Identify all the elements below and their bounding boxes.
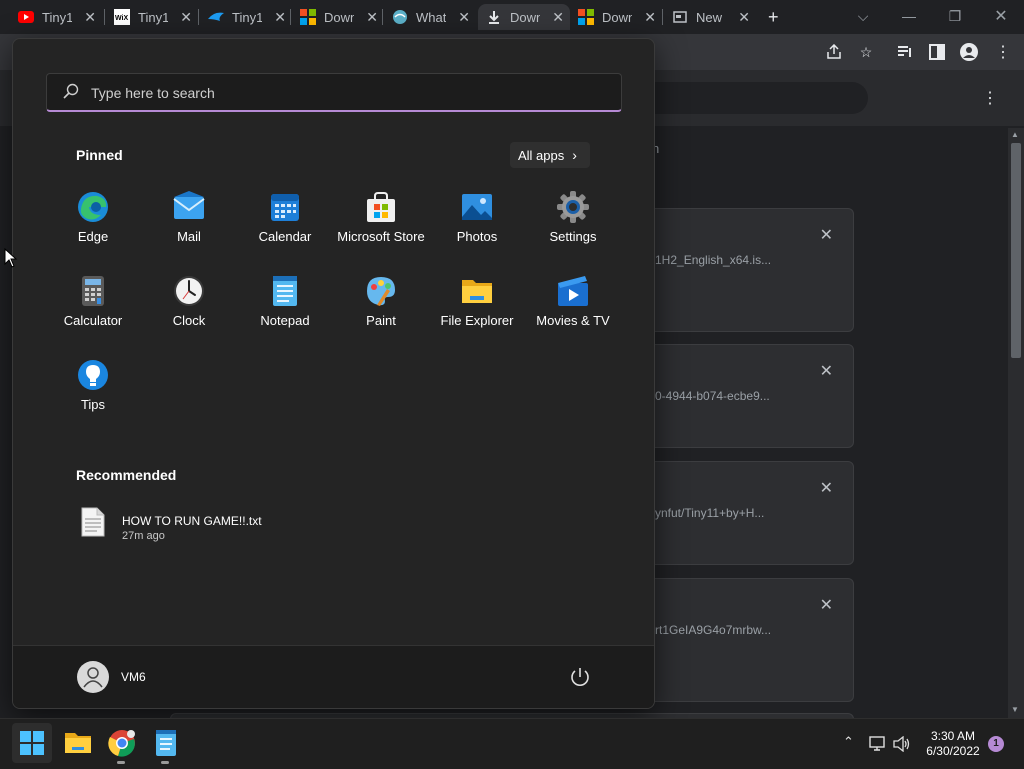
browser-tab-4[interactable]: Down ✕: [292, 4, 384, 30]
recommended-item[interactable]: HOW TO RUN GAME!!.txt 27m ago: [77, 507, 337, 547]
minimize-icon[interactable]: —: [886, 0, 932, 32]
start-menu: Pinned All apps › Edge Mail Calendar Mic…: [12, 38, 655, 709]
user-name[interactable]: VM6: [121, 670, 146, 684]
volume-icon[interactable]: [893, 736, 911, 752]
pinned-app-calculator[interactable]: Calculator: [45, 275, 141, 355]
folder-icon: [462, 280, 492, 303]
start-menu-footer: VM6: [13, 645, 654, 708]
start-button[interactable]: [12, 723, 52, 763]
remove-download-icon[interactable]: ✕: [820, 478, 833, 498]
pinned-app-mail[interactable]: Mail: [141, 191, 237, 271]
side-panel-icon[interactable]: [928, 43, 946, 61]
chrome-menu-icon[interactable]: ⋮: [994, 43, 1012, 61]
tab-close-icon[interactable]: ✕: [644, 9, 656, 26]
pinned-heading: Pinned: [76, 147, 123, 163]
search-icon: [63, 83, 79, 99]
browser-tab-7[interactable]: Down ✕: [570, 4, 662, 30]
remove-download-icon[interactable]: ✕: [820, 361, 833, 381]
microsoft-icon: [578, 9, 594, 25]
newtab-icon: [672, 9, 688, 25]
pinned-app-edge[interactable]: Edge: [45, 191, 141, 271]
taskbar: ⌃ 3:30 AM 6/30/2022 1: [0, 718, 1024, 769]
user-avatar[interactable]: [77, 661, 109, 693]
tab-close-icon[interactable]: ✕: [180, 9, 192, 26]
tab-close-icon[interactable]: ✕: [366, 9, 378, 26]
recommended-heading: Recommended: [76, 467, 177, 483]
remove-download-icon[interactable]: ✕: [820, 595, 833, 615]
settings-icon: [557, 191, 589, 223]
pinned-app-settings[interactable]: Settings: [525, 191, 621, 271]
calendar-icon: [271, 194, 299, 221]
chevron-right-icon: ›: [572, 147, 577, 163]
taskbar-notepad-icon[interactable]: [152, 729, 180, 757]
pinned-app-photos[interactable]: Photos: [429, 191, 525, 271]
svg-text:WiX: WiX: [115, 15, 128, 22]
tab-close-icon[interactable]: ✕: [738, 9, 750, 26]
pinned-app-calendar[interactable]: Calendar: [237, 191, 333, 271]
page-scrollbar-thumb[interactable]: [1011, 143, 1021, 358]
power-icon[interactable]: [569, 666, 591, 688]
bird-icon: [208, 9, 224, 25]
microsoft-icon: [300, 9, 316, 25]
mail-icon: [173, 191, 205, 219]
mouse-cursor-icon: [4, 248, 18, 268]
taskbar-file-explorer-icon[interactable]: [64, 729, 92, 757]
pinned-app-movies-tv[interactable]: Movies & TV: [525, 275, 621, 355]
paint-icon: [367, 277, 395, 306]
all-apps-button[interactable]: All apps ›: [510, 142, 590, 168]
remove-download-icon[interactable]: ✕: [820, 225, 833, 245]
media-control-icon[interactable]: [896, 43, 914, 61]
clock-icon: [174, 276, 204, 306]
windows-logo-icon: [20, 731, 44, 755]
tab-close-icon[interactable]: ✕: [458, 9, 470, 26]
notification-badge[interactable]: 1: [988, 736, 1004, 752]
bookmark-star-icon[interactable]: ☆: [857, 43, 875, 61]
scroll-up-arrow-icon[interactable]: ▲: [1011, 130, 1019, 139]
close-window-icon[interactable]: ✕: [978, 0, 1024, 32]
pinned-app-file-explorer[interactable]: File Explorer: [429, 275, 525, 355]
pinned-app-microsoft-store[interactable]: Microsoft Store: [333, 191, 429, 271]
store-icon: [367, 192, 395, 222]
movies-icon: [558, 276, 588, 306]
download-icon: [486, 9, 502, 25]
browser-tab-8[interactable]: New ✕: [664, 4, 756, 30]
share-icon[interactable]: [825, 43, 843, 61]
downloads-menu-icon[interactable]: ⋮: [982, 88, 998, 108]
user-icon: [83, 667, 103, 688]
browser-tab-3[interactable]: Tiny1 ✕: [200, 4, 292, 30]
browser-tab-2[interactable]: WiX Tiny1 ✕: [106, 4, 198, 30]
start-search-box[interactable]: [46, 73, 622, 112]
pinned-app-tips[interactable]: Tips: [45, 359, 141, 439]
network-icon[interactable]: [869, 736, 887, 752]
wix-icon: WiX: [114, 9, 130, 25]
youtube-icon: [18, 9, 34, 25]
notepad-icon: [273, 276, 297, 306]
tab-close-icon[interactable]: ✕: [84, 9, 96, 26]
browser-tab-6-active[interactable]: Down ✕: [478, 4, 570, 30]
restore-icon[interactable]: ❐: [932, 0, 978, 32]
tips-icon: [78, 360, 108, 390]
globe-icon: [392, 9, 408, 25]
tab-search-icon[interactable]: ⌵: [840, 0, 886, 32]
photos-icon: [462, 194, 492, 220]
show-hidden-icons-chevron-icon[interactable]: ⌃: [843, 734, 854, 750]
pinned-app-notepad[interactable]: Notepad: [237, 275, 333, 355]
pinned-app-clock[interactable]: Clock: [141, 275, 237, 355]
taskbar-chrome-icon[interactable]: [108, 729, 136, 757]
text-file-icon: [81, 507, 105, 537]
edge-icon: [78, 192, 108, 222]
tab-close-icon[interactable]: ✕: [552, 9, 564, 26]
pinned-app-paint[interactable]: Paint: [333, 275, 429, 355]
profile-icon[interactable]: [960, 43, 978, 61]
browser-tab-1[interactable]: Tiny1 ✕: [10, 4, 102, 30]
scroll-down-arrow-icon[interactable]: ▼: [1011, 705, 1019, 714]
calculator-icon: [82, 276, 104, 306]
taskbar-clock[interactable]: 3:30 AM 6/30/2022: [918, 729, 988, 759]
start-search-input[interactable]: [89, 82, 593, 104]
tab-close-icon[interactable]: ✕: [274, 9, 286, 26]
browser-tab-5[interactable]: What ✕: [384, 4, 476, 30]
browser-tab-strip: Tiny1 ✕ WiX Tiny1 ✕ Tiny1 ✕ Down ✕ What …: [0, 0, 1024, 34]
new-tab-button[interactable]: +: [764, 4, 790, 30]
